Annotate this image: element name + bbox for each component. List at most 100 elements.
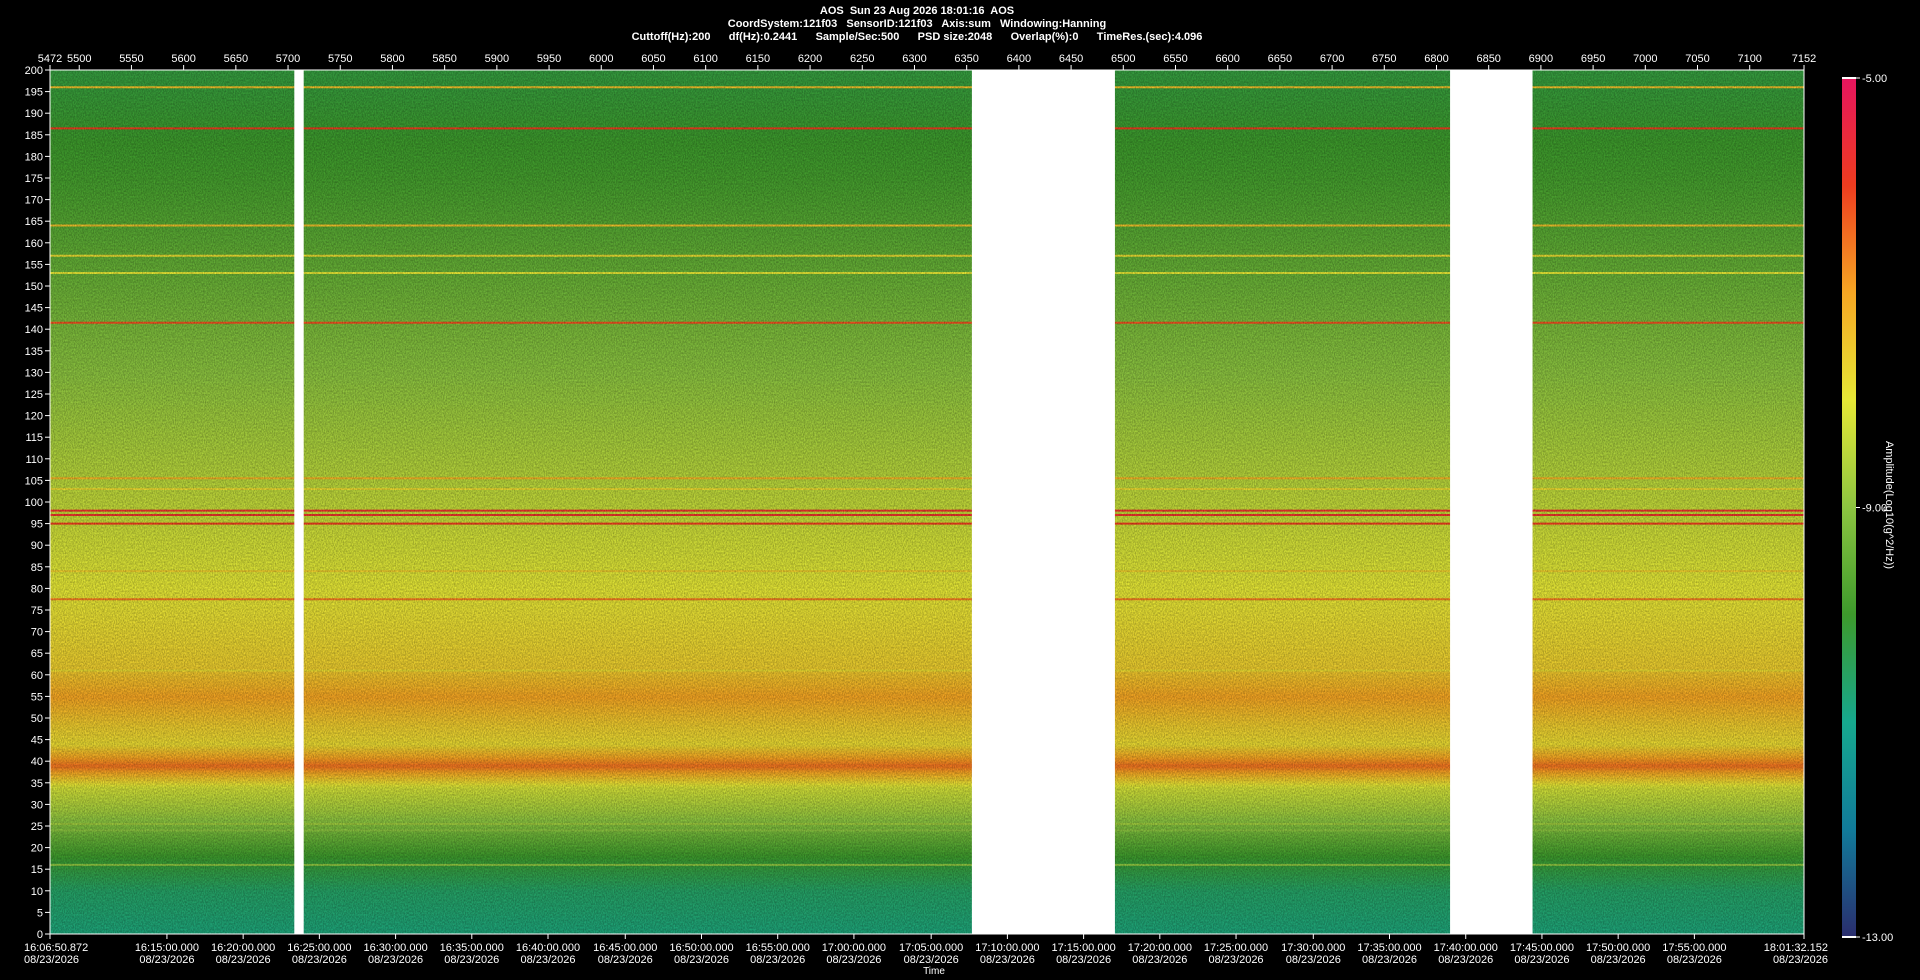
y-tick-label: 120 [25, 411, 43, 423]
top-tick-label: 6050 [641, 53, 665, 65]
top-tick-label: 6750 [1372, 53, 1396, 65]
y-tick-label: 140 [25, 324, 43, 336]
y-tick-label: 25 [31, 821, 43, 833]
colorbar-label: Amplitude(Log10(g^2/Hz)) [1883, 440, 1895, 570]
bottom-tick-time: 17:00:00.000 [822, 942, 886, 954]
bottom-tick-date: 08/23/2026 [1132, 954, 1187, 966]
data-gap [294, 70, 304, 934]
y-tick-label: 20 [31, 843, 43, 855]
top-tick-label: 6900 [1529, 53, 1553, 65]
y-tick-label: 35 [31, 778, 43, 790]
bottom-tick-date: 08/23/2026 [904, 954, 959, 966]
y-tick-label: 175 [25, 173, 43, 185]
bottom-tick-time: 16:45:00.000 [593, 942, 657, 954]
top-tick-label: 5650 [224, 53, 248, 65]
top-tick-label: 7050 [1685, 53, 1709, 65]
bottom-tick-date: 08/23/2026 [1773, 954, 1828, 966]
y-tick-label: 115 [25, 432, 43, 444]
bottom-tick-date: 08/23/2026 [1667, 954, 1722, 966]
y-tick-label: 105 [25, 475, 43, 487]
colorbar-gradient [1842, 78, 1856, 937]
top-tick-label: 7100 [1737, 53, 1761, 65]
y-tick-label: 110 [25, 454, 43, 466]
bottom-tick-date: 08/23/2026 [750, 954, 805, 966]
top-tick-label: 7152 [1792, 53, 1816, 65]
top-tick-label: 6000 [589, 53, 613, 65]
y-tick-label: 50 [31, 713, 43, 725]
bottom-tick-time: 17:15:00.000 [1051, 942, 1115, 954]
top-tick-label: 5800 [380, 53, 404, 65]
y-tick-label: 135 [25, 346, 43, 358]
colorbar-bottom-cap [1842, 936, 1856, 938]
spectrum-texture [50, 70, 1804, 934]
top-tick-label: 5500 [67, 53, 91, 65]
y-tick-label: 75 [31, 605, 43, 617]
bottom-tick-time: 17:25:00.000 [1204, 942, 1268, 954]
y-tick-label: 65 [31, 648, 43, 660]
bottom-tick-time: 16:50:00.000 [669, 942, 733, 954]
bottom-tick-time: 17:55:00.000 [1662, 942, 1726, 954]
x-axis-label: Time [923, 966, 945, 977]
bottom-tick-date: 08/23/2026 [139, 954, 194, 966]
top-tick-label: 5950 [537, 53, 561, 65]
bottom-tick-date: 08/23/2026 [1056, 954, 1111, 966]
spectrogram-chart: 0 5 10 15 20 25 30 35 40 45 50 55 60 65 70 75 80 85 90 95 10… [24, 53, 1893, 977]
bottom-tick-time: 17:20:00.000 [1128, 942, 1192, 954]
bottom-tick-date: 08/23/2026 [1362, 954, 1417, 966]
bottom-tick-date: 08/23/2026 [1286, 954, 1341, 966]
bottom-tick-time: 16:55:00.000 [746, 942, 810, 954]
y-tick-label: 45 [31, 735, 43, 747]
top-tick-label: 6800 [1424, 53, 1448, 65]
top-tick-label: 5700 [276, 53, 300, 65]
y-tick-label: 90 [31, 540, 43, 552]
data-gap [1450, 70, 1533, 934]
bottom-tick-time: 17:30:00.000 [1281, 942, 1345, 954]
y-tick-label: 0 [37, 929, 43, 941]
y-tick-label: 70 [31, 627, 43, 639]
bottom-tick-date: 08/23/2026 [1209, 954, 1264, 966]
y-tick-label: 100 [25, 497, 43, 509]
top-tick-label: 6700 [1320, 53, 1344, 65]
y-tick-label: 10 [31, 886, 43, 898]
top-tick-label: 6600 [1215, 53, 1239, 65]
bottom-tick-time: 17:45:00.000 [1510, 942, 1574, 954]
bottom-tick-date: 08/23/2026 [444, 954, 499, 966]
bottom-tick-date: 08/23/2026 [598, 954, 653, 966]
y-tick-label: 95 [31, 519, 43, 531]
y-tick-label: 190 [25, 108, 43, 120]
bottom-tick-time: 16:20:00.000 [211, 942, 275, 954]
bottom-tick-time: 17:05:00.000 [899, 942, 963, 954]
top-tick-label: 6950 [1581, 53, 1605, 65]
top-tick-label: 6250 [850, 53, 874, 65]
colorbar-tick-label: -5.00 [1862, 73, 1887, 85]
top-tick-label: 6400 [1007, 53, 1031, 65]
y-tick-label: 30 [31, 799, 43, 811]
y-tick-label: 160 [25, 238, 43, 250]
bottom-tick-date: 08/23/2026 [1514, 954, 1569, 966]
top-tick-label: 5472 [38, 53, 62, 65]
y-tick-label: 15 [31, 864, 43, 876]
top-tick-label: 6550 [1163, 53, 1187, 65]
y-tick-label: 170 [25, 195, 43, 207]
bottom-tick-time: 17:35:00.000 [1357, 942, 1421, 954]
y-tick-label: 150 [25, 281, 43, 293]
bottom-tick-time: 17:10:00.000 [975, 942, 1039, 954]
y-tick-label: 145 [25, 303, 43, 315]
top-tick-label: 6650 [1268, 53, 1292, 65]
bottom-tick-time: 16:25:00.000 [287, 942, 351, 954]
y-tick-label: 195 [25, 87, 43, 99]
y-tick-label: 5 [37, 907, 43, 919]
top-tick-label: 5750 [328, 53, 352, 65]
data-gap [971, 70, 1115, 934]
bottom-tick-time: 16:35:00.000 [440, 942, 504, 954]
y-tick-label: 180 [25, 151, 43, 163]
bottom-tick-time: 18:01:32.152 [1764, 942, 1828, 954]
bottom-tick-date: 08/23/2026 [674, 954, 729, 966]
top-tick-label: 5600 [171, 53, 195, 65]
y-tick-label: 125 [25, 389, 43, 401]
bottom-tick-time: 16:15:00.000 [135, 942, 199, 954]
top-tick-label: 5900 [485, 53, 509, 65]
y-tick-label: 60 [31, 670, 43, 682]
y-tick-label: 165 [25, 216, 43, 228]
bottom-tick-date: 08/23/2026 [292, 954, 347, 966]
